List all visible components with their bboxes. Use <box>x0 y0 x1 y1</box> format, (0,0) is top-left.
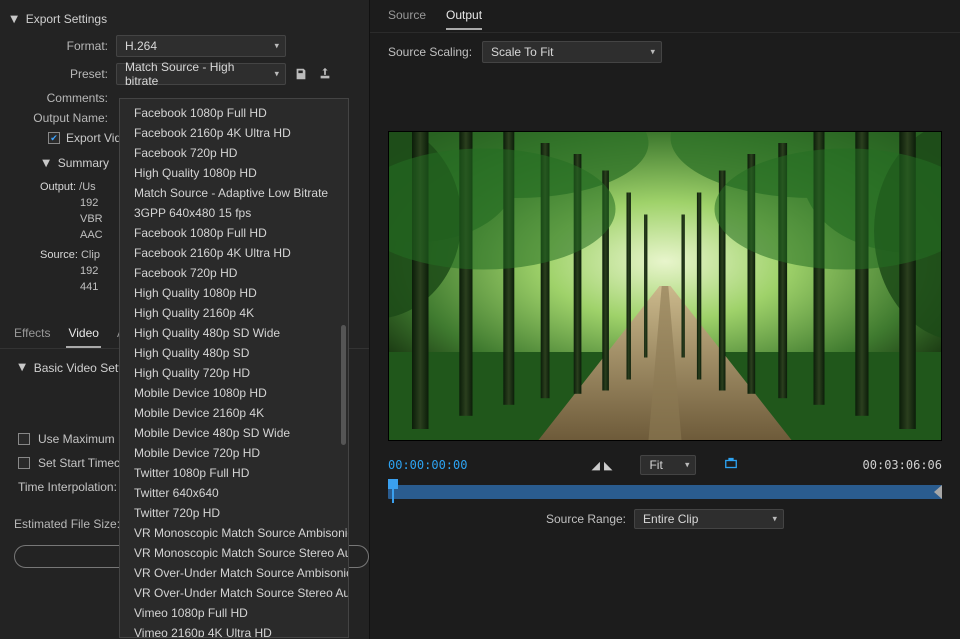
preset-select[interactable]: Match Source - High bitrate ▾ <box>116 63 286 85</box>
playhead[interactable] <box>388 479 398 489</box>
preset-option[interactable]: Facebook 1080p Full HD <box>120 223 348 243</box>
chevron-down-icon: ▾ <box>274 41 279 52</box>
import-preset-icon[interactable] <box>316 65 334 83</box>
preset-option[interactable]: High Quality 480p SD Wide <box>120 323 348 343</box>
chevron-down-icon: ▾ <box>274 69 279 80</box>
output-name-label: Output Name: <box>6 111 116 125</box>
zoom-fit-select[interactable]: Fit ▾ <box>640 455 696 475</box>
tab-video[interactable]: Video <box>66 320 100 348</box>
source-range-select[interactable]: Entire Clip ▾ <box>634 509 784 529</box>
format-label: Format: <box>6 39 116 53</box>
preset-option[interactable]: Vimeo 2160p 4K Ultra HD <box>120 623 348 638</box>
preset-option[interactable]: Twitter 720p HD <box>120 503 348 523</box>
preview-image <box>389 132 941 440</box>
tab-effects[interactable]: Effects <box>12 320 52 348</box>
tab-source[interactable]: Source <box>388 8 426 30</box>
timecode-out: 00:03:06:06 <box>863 458 942 472</box>
source-scaling-row: Source Scaling: Scale To Fit ▾ <box>370 33 960 71</box>
bvs-title: Basic Video Setti <box>34 361 125 375</box>
chevron-down-icon: ▶ <box>40 159 51 167</box>
preset-option[interactable]: High Quality 1080p HD <box>120 283 348 303</box>
preset-option[interactable]: Mobile Device 720p HD <box>120 443 348 463</box>
preset-option[interactable]: Match Source - Adaptive Low Bitrate <box>120 183 348 203</box>
step-forward-icon[interactable]: ◣ <box>604 459 612 472</box>
preset-scrollbar[interactable] <box>341 105 346 631</box>
preset-option[interactable]: Mobile Device 480p SD Wide <box>120 423 348 443</box>
preset-option[interactable]: Mobile Device 1080p HD <box>120 383 348 403</box>
comments-label: Comments: <box>6 91 116 105</box>
preset-option[interactable]: Vimeo 1080p Full HD <box>120 603 348 623</box>
source-scaling-label: Source Scaling: <box>388 45 472 59</box>
preset-option[interactable]: High Quality 480p SD <box>120 343 348 363</box>
preset-option[interactable]: Twitter 640x640 <box>120 483 348 503</box>
preset-option[interactable]: Facebook 2160p 4K Ultra HD <box>120 243 348 263</box>
preset-option[interactable]: VR Monoscopic Match Source Stereo Audio <box>120 543 348 563</box>
tab-output[interactable]: Output <box>446 8 482 30</box>
preset-option[interactable]: High Quality 720p HD <box>120 363 348 383</box>
preset-option[interactable]: VR Monoscopic Match Source Ambisonics <box>120 523 348 543</box>
format-value: H.264 <box>125 39 157 53</box>
chevron-down-icon: ▶ <box>16 364 27 372</box>
preset-option[interactable]: High Quality 1080p HD <box>120 163 348 183</box>
preset-option[interactable]: Facebook 2160p 4K Ultra HD <box>120 123 348 143</box>
preset-option[interactable]: Twitter 1080p Full HD <box>120 463 348 483</box>
timecode-in[interactable]: 00:00:00:00 <box>388 458 467 472</box>
chevron-down-icon: ▾ <box>685 460 690 471</box>
max-render-checkbox[interactable] <box>18 433 30 445</box>
chevron-down-icon: ▶ <box>8 15 19 23</box>
preset-option[interactable]: High Quality 2160p 4K <box>120 303 348 323</box>
crop-output-icon[interactable] <box>724 457 738 474</box>
source-label: Source: <box>40 249 78 261</box>
chevron-down-icon: ▾ <box>773 514 778 525</box>
preset-option[interactable]: Facebook 1080p Full HD <box>120 103 348 123</box>
start-timecode-checkbox[interactable] <box>18 457 30 469</box>
video-preview[interactable] <box>388 131 942 441</box>
source-scaling-select[interactable]: Scale To Fit ▾ <box>482 41 662 63</box>
transport-bar: 00:00:00:00 ◢ ◣ Fit ▾ 00:03:06:06 <box>370 447 960 549</box>
time-interp-label: Time Interpolation: <box>18 480 117 494</box>
right-panel: Source Output Source Scaling: Scale To F… <box>370 0 960 639</box>
chevron-down-icon: ▾ <box>651 47 656 58</box>
section-title: Export Settings <box>26 12 107 26</box>
timeline[interactable] <box>388 485 942 499</box>
preset-option[interactable]: Mobile Device 2160p 4K <box>120 403 348 423</box>
preset-option[interactable]: Facebook 720p HD <box>120 143 348 163</box>
export-video-checkbox[interactable] <box>48 132 60 144</box>
step-buttons[interactable]: ◢ ◣ <box>592 459 613 472</box>
save-preset-icon[interactable] <box>292 65 310 83</box>
export-settings-header[interactable]: ▶ Export Settings <box>6 10 363 32</box>
preset-option[interactable]: 3GPP 640x480 15 fps <box>120 203 348 223</box>
preview-tabs: Source Output <box>370 0 960 33</box>
step-back-icon[interactable]: ◢ <box>592 459 600 472</box>
preset-option[interactable]: VR Over-Under Match Source Ambisonics <box>120 563 348 583</box>
left-panel: ▶ Export Settings Format: H.264 ▾ Preset… <box>0 0 370 639</box>
preset-option[interactable]: Facebook 720p HD <box>120 263 348 283</box>
out-point-marker[interactable] <box>934 485 942 499</box>
output-label: Output: <box>40 181 76 193</box>
preset-label: Preset: <box>6 67 116 81</box>
summary-title: Summary <box>58 156 109 170</box>
preset-value: Match Source - High bitrate <box>125 60 263 88</box>
preset-option[interactable]: VR Over-Under Match Source Stereo Audio <box>120 583 348 603</box>
source-range-label: Source Range: <box>546 512 626 526</box>
format-select[interactable]: H.264 ▾ <box>116 35 286 57</box>
preset-dropdown-popup[interactable]: Facebook 1080p Full HDFacebook 2160p 4K … <box>119 98 349 638</box>
